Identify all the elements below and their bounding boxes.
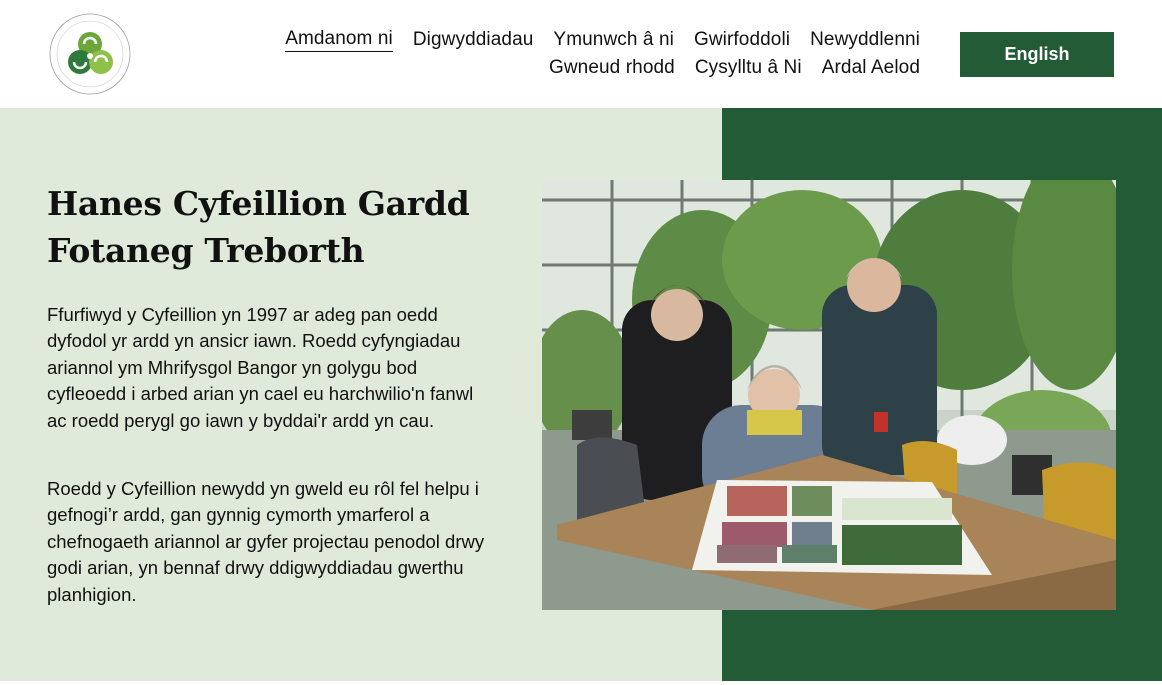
nav-item-gwneud-rhodd[interactable]: Gwneud rhodd [549, 57, 675, 79]
page-title-line-1: Hanes Cyfeillion Gardd [47, 184, 470, 223]
page-title-line-2: Fotaneg Treborth [47, 231, 365, 270]
greenhouse-photo [542, 180, 1116, 610]
language-toggle-button[interactable]: English [960, 32, 1114, 77]
page-title: Hanes Cyfeillion Gardd Fotaneg Treborth [47, 180, 507, 274]
nav-row-2: Gwneud rhodd Cysylltu â Ni Ardal Aelod [240, 54, 920, 82]
nav-item-ardal-aelod[interactable]: Ardal Aelod [822, 57, 920, 79]
triskele-logo-icon [49, 13, 131, 95]
nav-row-1: Amdanom ni Digwyddiadau Ymunwch â ni Gwi… [240, 26, 920, 54]
nav-item-gwirfoddoli[interactable]: Gwirfoddoli [694, 29, 790, 51]
main-nav: Amdanom ni Digwyddiadau Ymunwch â ni Gwi… [240, 26, 920, 82]
nav-item-amdanom-ni[interactable]: Amdanom ni [285, 28, 393, 52]
nav-item-newyddlenni[interactable]: Newyddlenni [810, 29, 920, 51]
intro-paragraph-1: Ffurfiwyd y Cyfeillion yn 1997 ar adeg p… [47, 304, 474, 431]
nav-item-cysylltu[interactable]: Cysylltu â Ni [695, 57, 802, 79]
nav-item-ymunwch[interactable]: Ymunwch â ni [553, 29, 674, 51]
intro-paragraph-2: Roedd y Cyfeillion newydd yn gweld eu rô… [47, 478, 485, 605]
photo-illustration [542, 180, 1116, 610]
hero-section: Hanes Cyfeillion Gardd Fotaneg Treborth … [0, 108, 1162, 685]
site-header: Amdanom ni Digwyddiadau Ymunwch â ni Gwi… [0, 0, 1162, 108]
nav-item-digwyddiadau[interactable]: Digwyddiadau [413, 29, 534, 51]
site-logo[interactable] [44, 12, 136, 96]
